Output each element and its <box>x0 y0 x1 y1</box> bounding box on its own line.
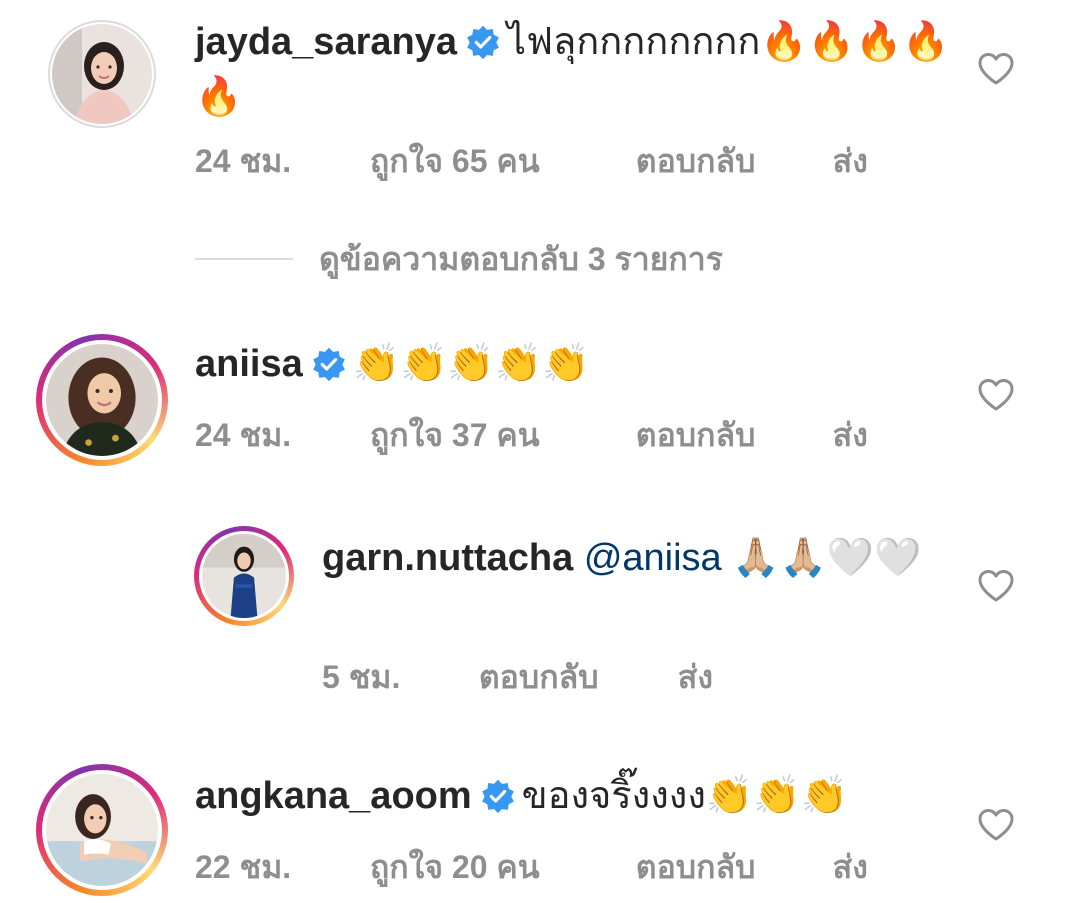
send-button[interactable]: ส่ง <box>678 652 713 703</box>
verified-badge-icon <box>467 25 499 60</box>
likes-count[interactable]: ถูกใจ 65 คน <box>370 136 627 187</box>
reply-button[interactable]: ตอบกลับ <box>636 410 824 461</box>
reply-button[interactable]: ตอบกลับ <box>636 842 824 893</box>
comment-time: 24 ชม. <box>195 417 292 453</box>
reply-button[interactable]: ตอบกลับ <box>636 136 824 187</box>
comment-item: aniisa 👏👏👏👏👏 24 ชม. ถูกใจ 37 คน ตอบกลับ ส… <box>0 330 1080 480</box>
avatar[interactable] <box>36 764 168 896</box>
send-button[interactable]: ส่ง <box>833 842 868 893</box>
reply-text: garn.nuttacha @aniisa 🙏🏼🙏🏼🤍🤍 <box>322 530 922 585</box>
comment-item: jayda_saranya ไฟลุกกกกกกกก🔥🔥🔥🔥🔥 24 ชม. ถู… <box>0 0 1080 200</box>
avatar[interactable] <box>36 334 168 466</box>
view-replies-toggle[interactable]: ดูข้อความตอบกลับ 3 รายการ <box>195 236 723 282</box>
heart-outline-icon[interactable] <box>977 808 1015 842</box>
heart-outline-icon[interactable] <box>977 378 1015 412</box>
comment-text: angkana_aoom ของจริ๊งงงง👏👏👏 <box>195 768 955 823</box>
mention-link[interactable]: @aniisa <box>584 537 722 579</box>
comment-meta: 24 ชม. ถูกใจ 37 คน ตอบกลับ ส่ง <box>195 410 868 461</box>
comment-username[interactable]: jayda_saranya <box>195 21 457 63</box>
comment-username[interactable]: angkana_aoom <box>195 775 472 817</box>
send-button[interactable]: ส่ง <box>833 410 868 461</box>
reply-button[interactable]: ตอบกลับ <box>479 652 669 703</box>
comment-body: 👏👏👏👏👏 <box>352 341 590 385</box>
comment-text: aniisa 👏👏👏👏👏 <box>195 336 955 391</box>
comment-username[interactable]: garn.nuttacha <box>322 537 573 579</box>
view-replies-label[interactable]: ดูข้อความตอบกลับ 3 รายการ <box>319 234 723 285</box>
comment-username[interactable]: aniisa <box>195 343 303 385</box>
comment-body: 🙏🏼🙏🏼🤍🤍 <box>732 535 922 579</box>
avatar[interactable] <box>194 526 294 626</box>
verified-badge-icon <box>312 347 345 382</box>
comment-time: 5 ชม. <box>322 659 401 695</box>
comment-meta: 24 ชม. ถูกใจ 65 คน ตอบกลับ ส่ง <box>195 136 868 187</box>
avatar-photo <box>202 534 286 618</box>
comment-body: ของจริ๊งงงง👏👏👏 <box>521 773 848 817</box>
comment-meta: 5 ชม. ตอบกลับ ส่ง <box>322 652 713 703</box>
comment-time: 24 ชม. <box>195 143 292 179</box>
avatar-photo <box>46 344 158 456</box>
reply-item: garn.nuttacha @aniisa 🙏🏼🙏🏼🤍🤍 5 ชม. ตอบกล… <box>0 520 1080 700</box>
comment-text: jayda_saranya ไฟลุกกกกกกกก🔥🔥🔥🔥🔥 <box>195 14 955 124</box>
verified-badge-icon <box>481 779 514 814</box>
replies-divider <box>195 258 293 260</box>
send-button[interactable]: ส่ง <box>833 136 868 187</box>
avatar-photo <box>46 774 158 886</box>
comment-time: 22 ชม. <box>195 849 292 885</box>
heart-outline-icon[interactable] <box>977 569 1015 603</box>
comment-meta: 22 ชม. ถูกใจ 20 คน ตอบกลับ ส่ง <box>195 842 868 893</box>
likes-count[interactable]: ถูกใจ 20 คน <box>370 842 627 893</box>
avatar-photo <box>52 24 152 124</box>
likes-count[interactable]: ถูกใจ 37 คน <box>370 410 627 461</box>
heart-outline-icon[interactable] <box>977 52 1015 86</box>
comment-item: angkana_aoom ของจริ๊งงงง👏👏👏 22 ชม. ถูกใจ … <box>0 762 1080 903</box>
avatar[interactable] <box>48 20 156 128</box>
